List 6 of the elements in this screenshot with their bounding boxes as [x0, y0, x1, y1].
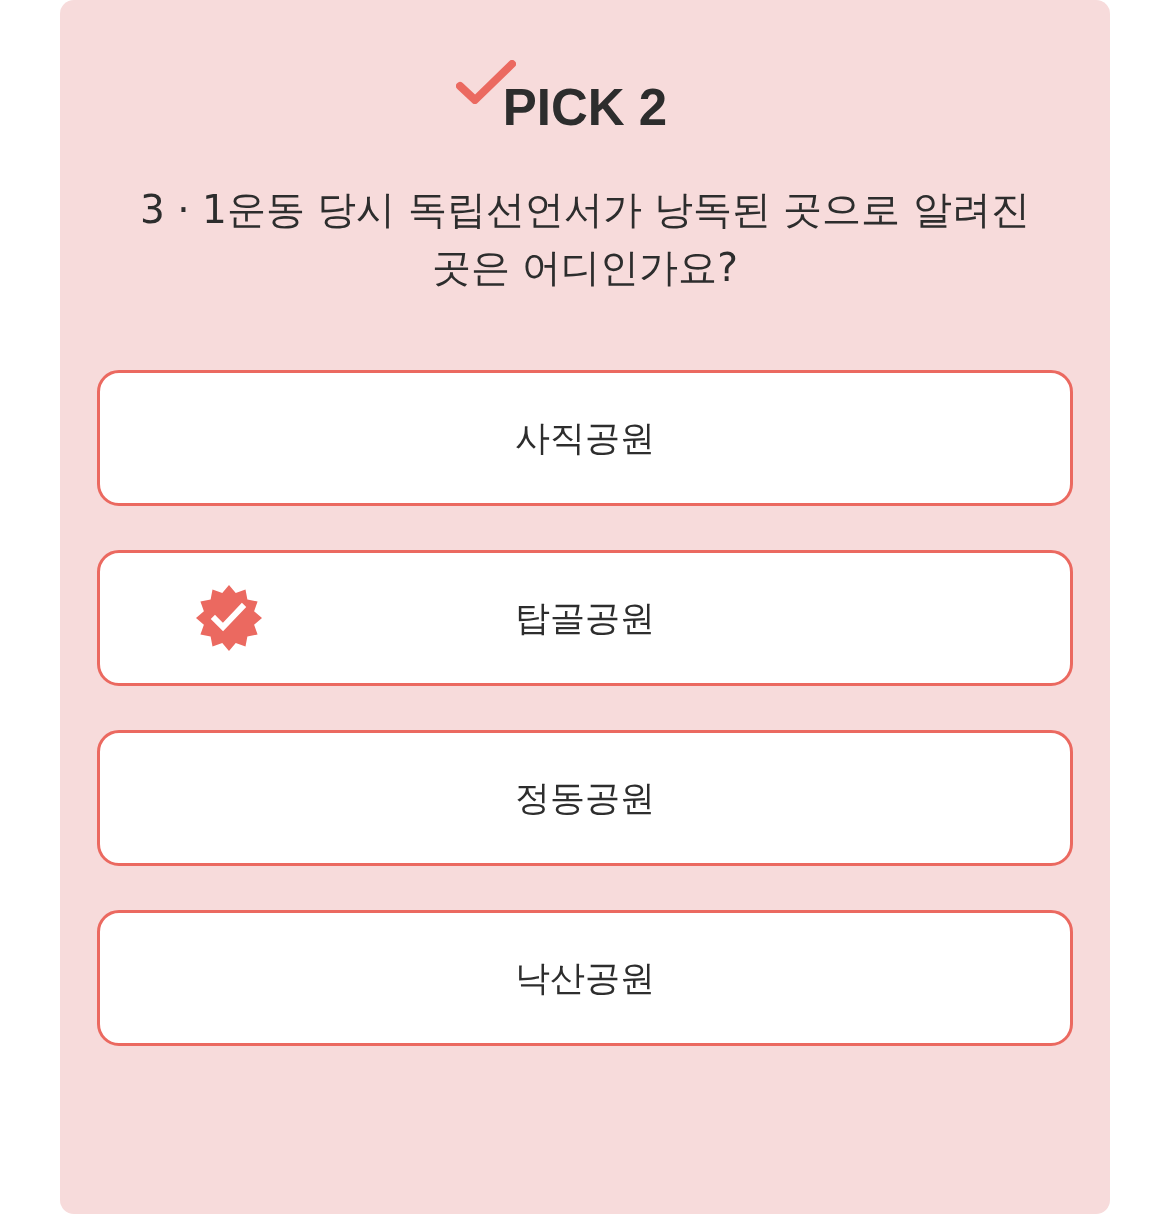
- answer-option[interactable]: 낙산공원: [97, 910, 1073, 1046]
- question-text: 3 · 1운동 당시 독립선언서가 낭독된 곳으로 알려진 곳은 어디인가요?: [139, 186, 1031, 292]
- answer-option[interactable]: 사직공원: [97, 370, 1073, 506]
- quiz-title: PICK 2: [502, 82, 668, 134]
- answer-option[interactable]: 탑골공원: [97, 550, 1073, 686]
- answer-option[interactable]: 정동공원: [97, 730, 1073, 866]
